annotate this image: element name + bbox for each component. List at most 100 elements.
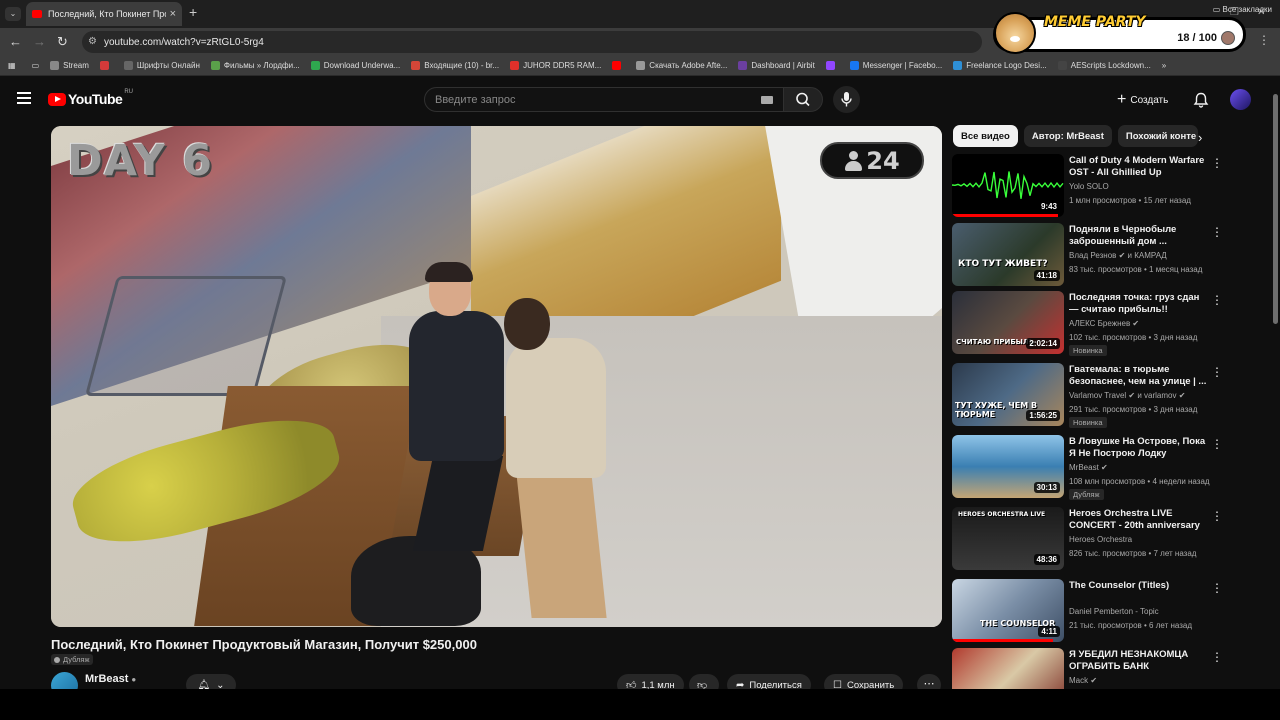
chevron-right-icon[interactable]: › xyxy=(1198,130,1202,145)
menu-hamburger-icon[interactable] xyxy=(17,92,31,104)
bookmark-item[interactable]: Freelance Logo Desi... xyxy=(953,61,1047,70)
more-options-icon[interactable]: ⋮ xyxy=(1211,437,1223,451)
bookmark-item[interactable] xyxy=(825,61,839,70)
bookmark-item[interactable]: Фильмы » Лордфи... xyxy=(210,61,300,70)
bookmark-favicon-icon xyxy=(50,61,60,70)
video-player[interactable]: DAY 6 24 xyxy=(51,126,942,627)
more-options-icon[interactable]: ⋮ xyxy=(1211,293,1223,307)
bookmark-item[interactable]: Входящие (10) - br... xyxy=(411,61,499,70)
meme-party-widget[interactable]: MEME PARTY 18 / 100 xyxy=(993,12,1246,54)
new-tab-icon[interactable]: + xyxy=(189,4,197,20)
bookmark-favicon-icon xyxy=(825,61,835,70)
video-thumbnail[interactable]: THE COUNSELOR 4:11 xyxy=(952,579,1064,642)
recommendation-item[interactable]: HEROES ORCHESTRA LIVE 48:36 Heroes Orchest… xyxy=(952,507,1242,573)
meme-party-title: MEME PARTY xyxy=(1044,14,1146,30)
video-thumbnail[interactable]: ТУТ ХУЖЕ, ЧЕМ В ТЮРЬМЕ 1:56:25 xyxy=(952,363,1064,426)
view-meta: 826 тыс. просмотров • 7 лет назад xyxy=(1069,549,1197,558)
bookmark-item[interactable]: Шрифты Онлайн xyxy=(123,61,200,70)
more-options-icon[interactable]: ⋮ xyxy=(1211,581,1223,595)
channel-name[interactable]: Влад Резнов ✔ и КАМРАД xyxy=(1069,251,1219,260)
create-button[interactable]: + Создать xyxy=(1111,89,1174,111)
recommendation-item[interactable]: THE COUNSELOR 4:11 The Counselor (Titles) D… xyxy=(952,579,1242,645)
account-avatar[interactable] xyxy=(1230,89,1251,110)
filter-chip[interactable]: Похожий конте xyxy=(1117,125,1198,147)
channel-name[interactable]: АЛЕКС Брежнев ✔ xyxy=(1069,319,1219,328)
bookmark-item[interactable]: JUHOR DDR5 RAM... xyxy=(510,61,601,70)
channel-name[interactable]: MrBeast ✔ xyxy=(1069,463,1219,472)
channel-name[interactable]: Heroes Orchestra xyxy=(1069,535,1219,544)
dubbing-icon xyxy=(54,656,60,663)
video-thumbnail[interactable]: КТО ТУТ ЖИВЕТ? 41:18 xyxy=(952,223,1064,286)
scrollbar-thumb[interactable] xyxy=(1273,94,1278,324)
bookmark-item[interactable]: AEScripts Lockdown... xyxy=(1057,61,1151,70)
video-thumbnail[interactable]: HEROES ORCHESTRA LIVE 48:36 xyxy=(952,507,1064,570)
tab-search-icon[interactable]: ⌄ xyxy=(5,7,21,21)
recommendation-item[interactable]: 30:13 В Ловушке На Острове, Пока Я Не Пос… xyxy=(952,435,1242,501)
video-title-link[interactable]: В Ловушке На Острове, Пока Я Не Построю … xyxy=(1069,436,1209,460)
more-options-icon[interactable]: ⋮ xyxy=(1211,509,1223,523)
all-bookmarks-link[interactable]: ▭ Все закладки xyxy=(1213,5,1272,14)
video-title-link[interactable]: Подняли в Чернобыле заброшенный дом ... xyxy=(1069,224,1209,248)
filter-chip[interactable]: Все видео xyxy=(953,125,1018,147)
channel-name[interactable]: MrBeast ● xyxy=(85,673,136,685)
bookmark-item[interactable]: Messenger | Facebo... xyxy=(849,61,942,70)
channel-name[interactable]: Daniel Pemberton - Topic xyxy=(1069,607,1219,616)
apps-grid-icon[interactable]: ▦ xyxy=(8,61,16,70)
reload-icon[interactable]: ↻ xyxy=(57,34,68,50)
video-title-link[interactable]: Я УБЕДИЛ НЕЗНАКОМЦА ОГРАБИТЬ БАНК xyxy=(1069,649,1209,673)
keyboard-icon[interactable] xyxy=(761,96,773,104)
back-icon[interactable]: ← xyxy=(9,34,22,49)
close-tab-icon[interactable]: × xyxy=(170,8,176,20)
video-duration: 48:36 xyxy=(1033,554,1060,565)
more-options-icon[interactable]: ⋮ xyxy=(1211,365,1223,379)
more-options-icon[interactable]: ⋮ xyxy=(1211,650,1223,664)
thumbnail-caption: СЧИТАЮ ПРИБЫЛЬ xyxy=(956,338,1035,346)
browser-menu-icon[interactable]: ⋮ xyxy=(1258,33,1270,47)
search-input[interactable]: Введите запрос xyxy=(424,87,784,112)
video-title-link[interactable]: The Counselor (Titles) xyxy=(1069,580,1209,592)
recommendation-item[interactable]: ТУТ ХУЖЕ, ЧЕМ В ТЮРЬМЕ 1:56:25 Гватемала: … xyxy=(952,363,1242,429)
channel-name[interactable]: Yolo SOLO xyxy=(1069,182,1219,191)
channel-name[interactable]: Varlamov Travel ✔ и varlamov ✔ xyxy=(1069,391,1219,400)
recommendation-item[interactable]: КТО ТУТ ЖИВЕТ? 41:18 Подняли в Чернобыле з… xyxy=(952,223,1242,289)
video-thumbnail[interactable]: СЧИТАЮ ПРИБЫЛЬ 2:02:14 xyxy=(952,291,1064,354)
bookmark-item[interactable]: Stream xyxy=(50,61,89,70)
video-duration: 1:56:25 xyxy=(1026,410,1060,421)
bookmark-item[interactable] xyxy=(99,61,113,70)
browser-tab-active[interactable]: Последний, Кто Покинет Продуктовый Магаз… xyxy=(26,2,182,26)
bookmark-folder-icon[interactable]: ▭ xyxy=(32,61,40,70)
video-title-link[interactable]: Последняя точка: груз сдан — считаю приб… xyxy=(1069,292,1209,316)
channel-name[interactable]: Mack ✔ xyxy=(1069,676,1219,685)
notifications-bell-icon[interactable] xyxy=(1192,91,1210,114)
bookmark-item[interactable]: Download Underwa... xyxy=(310,61,400,70)
plus-icon: + xyxy=(1117,91,1127,108)
bookmark-item[interactable]: Dashboard | Airbit xyxy=(738,61,815,70)
video-title-link[interactable]: Call of Duty 4 Modern Warfare OST - All … xyxy=(1069,155,1209,179)
bookmark-item[interactable] xyxy=(612,61,625,70)
youtube-logo[interactable]: YouTube RU xyxy=(48,89,133,107)
filter-chip[interactable]: Автор: MrBeast xyxy=(1023,125,1112,147)
video-title-link[interactable]: Гватемала: в тюрьме безопаснее, чем на у… xyxy=(1069,364,1209,388)
video-shopping-cart xyxy=(84,276,288,396)
search-button[interactable] xyxy=(783,87,823,112)
thumbnail-caption: HEROES ORCHESTRA LIVE xyxy=(958,511,1046,518)
recommendation-item[interactable]: СЧИТАЮ ПРИБЫЛЬ 2:02:14 Последняя точка: гр… xyxy=(952,291,1242,357)
more-options-icon[interactable]: ⋮ xyxy=(1211,156,1223,170)
more-options-icon[interactable]: ⋮ xyxy=(1211,225,1223,239)
taskbar-strip xyxy=(0,689,1280,720)
video-thumbnail[interactable]: 30:13 xyxy=(952,435,1064,498)
page-scrollbar[interactable] xyxy=(1273,90,1278,690)
meme-party-score: 18 / 100 xyxy=(1177,32,1217,44)
site-info-icon[interactable]: ⚙ xyxy=(88,36,97,47)
microphone-icon xyxy=(841,92,852,107)
bookmarks-overflow-icon[interactable]: » xyxy=(1162,61,1166,70)
video-thumbnail[interactable]: 9:43 xyxy=(952,154,1064,217)
address-bar[interactable]: ⚙ youtube.com/watch?v=zRtGL0-5rg4 xyxy=(82,31,982,53)
voice-search-button[interactable] xyxy=(833,86,860,113)
recommendation-item[interactable]: 9:43 Call of Duty 4 Modern Warfare OST - … xyxy=(952,154,1242,220)
video-title-link[interactable]: Heroes Orchestra LIVE CONCERT - 20th ann… xyxy=(1069,508,1209,532)
bookmark-item[interactable]: Скачать Adobe Afte... xyxy=(636,61,727,70)
bookmark-favicon-icon xyxy=(636,61,646,70)
players-count-badge: 24 xyxy=(820,142,924,179)
forward-icon[interactable]: → xyxy=(33,34,46,49)
